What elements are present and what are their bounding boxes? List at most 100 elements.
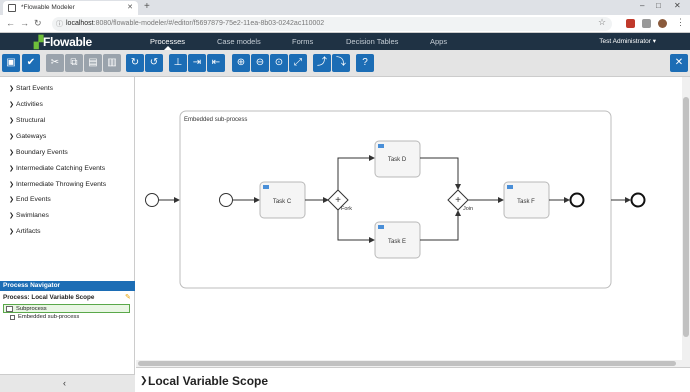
extension-icon[interactable] (642, 19, 651, 28)
palette-structural[interactable]: ❯ Structural (9, 117, 45, 124)
user-name: Test Administrator (599, 38, 651, 45)
dock-icon[interactable]: ⤴ (313, 54, 331, 72)
script-task-icon (263, 185, 269, 189)
bookmark-star-icon[interactable]: ☆ (598, 17, 606, 28)
reload-icon[interactable]: ↻ (34, 18, 42, 29)
palette-label: Structural (16, 117, 46, 124)
forward-icon[interactable]: → (20, 18, 29, 28)
nav-forms[interactable]: Forms (292, 37, 313, 46)
vertical-scrollbar[interactable] (682, 77, 690, 367)
palette-end-events[interactable]: ❯ End Events (9, 196, 51, 203)
browser-tab[interactable]: *Flowable Modeler ✕ (3, 1, 138, 15)
user-menu[interactable]: Test Administrator ▾ (599, 37, 656, 45)
dock-remove-icon[interactable]: ⤵ (332, 54, 350, 72)
close-editor-icon[interactable]: ✕ (670, 54, 688, 72)
palette-artifacts[interactable]: ❯ Artifacts (9, 228, 41, 235)
zoom-out-icon[interactable]: ⊖ (251, 54, 269, 72)
minimize-icon[interactable]: – (640, 1, 644, 10)
palette-label: Gateways (16, 133, 47, 140)
chevron-right-icon: ❯ (9, 213, 15, 219)
page-favicon-icon (8, 4, 16, 12)
nav-apps[interactable]: Apps (430, 37, 447, 46)
end-event[interactable] (630, 192, 646, 208)
script-task-icon (378, 225, 384, 229)
menu-kebab-icon[interactable]: ⋮ (676, 17, 685, 28)
close-window-icon[interactable]: ✕ (674, 1, 681, 10)
palette-label: Intermediate Catching Events (16, 165, 106, 172)
collapse-panel-icon[interactable]: ‹ (63, 378, 66, 388)
chevron-right-icon: ❯ (9, 182, 15, 188)
close-tab-icon[interactable]: ✕ (127, 3, 133, 11)
subprocess-icon (6, 306, 13, 312)
nav-decision-tables[interactable]: Decision Tables (346, 37, 398, 46)
scrollbar-thumb[interactable] (683, 97, 689, 337)
info-icon[interactable]: ⓘ (56, 19, 63, 29)
paste-icon[interactable]: ▤ (84, 54, 102, 72)
left-panel-footer: ‹ (0, 374, 135, 392)
chevron-right-icon: ❯ (9, 229, 15, 235)
undo-icon[interactable]: ↺ (145, 54, 163, 72)
copy-icon[interactable]: ⧉ (65, 54, 83, 72)
palette-intermediate-catching-events[interactable]: ❯ Intermediate Catching Events (9, 165, 105, 172)
inner-start-event[interactable] (219, 193, 233, 207)
navigator-item-embedded-subprocess[interactable]: Embedded sub-process (10, 314, 79, 320)
help-icon[interactable]: ? (356, 54, 374, 72)
diagram-canvas[interactable]: Embedded sub-process Task C + Fork Task … (136, 77, 690, 367)
nav-case-models[interactable]: Case models (217, 37, 261, 46)
bend-remove-icon[interactable]: ⇤ (207, 54, 225, 72)
zoom-fit-icon[interactable]: ⤢ (289, 54, 307, 72)
new-tab-button[interactable]: + (144, 1, 150, 12)
zoom-actual-icon[interactable]: ⊙ (270, 54, 288, 72)
inner-end-event[interactable] (569, 192, 585, 208)
task-label: Task F (517, 199, 535, 205)
bpmn-diagram: Embedded sub-process Task C + Fork Task … (145, 110, 646, 289)
chevron-right-icon: ❯ (9, 197, 15, 203)
chevron-right-icon: ❯ (9, 102, 15, 108)
gateway-label: Fork (341, 206, 352, 212)
palette-boundary-events[interactable]: ❯ Boundary Events (9, 149, 68, 156)
delete-icon[interactable]: ▥ (103, 54, 121, 72)
subprocess-icon (10, 315, 15, 320)
chevron-right-icon[interactable]: ❯ (140, 375, 148, 386)
browser-tabbar: *Flowable Modeler ✕ + – □ ✕ (0, 0, 690, 15)
save-icon[interactable]: ▣ (2, 54, 20, 72)
palette-label: Artifacts (16, 228, 41, 235)
bend-add-icon[interactable]: ⇥ (188, 54, 206, 72)
task-label: Task D (388, 157, 407, 163)
zoom-in-icon[interactable]: ⊕ (232, 54, 250, 72)
url-field[interactable]: ⓘ localhost:8080/flowable-modeler/#/edit… (52, 17, 612, 31)
properties-title: Local Variable Scope (148, 374, 269, 388)
script-task-icon (507, 185, 513, 189)
profile-avatar[interactable] (658, 19, 667, 28)
palette-swimlanes[interactable]: ❯ Swimlanes (9, 212, 49, 219)
flowable-logo[interactable]: ▞Flowable (34, 35, 92, 49)
start-event[interactable] (145, 193, 159, 207)
nav-processes[interactable]: Processes (150, 37, 185, 46)
scrollbar-thumb[interactable] (138, 361, 676, 366)
navigator-item-subprocess[interactable]: Subprocess (3, 304, 130, 313)
process-navigator-header: Process Navigator (0, 281, 135, 291)
cut-icon[interactable]: ✂ (46, 54, 64, 72)
maximize-icon[interactable]: □ (656, 1, 661, 10)
palette-start-events[interactable]: ❯ Start Events (9, 85, 53, 92)
app-navbar: ▞Flowable Processes Case models Forms De… (0, 33, 690, 50)
align-icon[interactable]: ⊥ (169, 54, 187, 72)
palette-intermediate-throwing-events[interactable]: ❯ Intermediate Throwing Events (9, 181, 106, 188)
horizontal-scrollbar[interactable] (136, 360, 682, 367)
extension-shield-icon[interactable] (626, 19, 635, 28)
palette-gateways[interactable]: ❯ Gateways (9, 133, 46, 140)
validate-icon[interactable]: ✔ (22, 54, 40, 72)
redo-icon[interactable]: ↻ (126, 54, 144, 72)
palette-label: Activities (16, 101, 43, 108)
palette-activities[interactable]: ❯ Activities (9, 101, 43, 108)
navigator-item-label: Embedded sub-process (18, 314, 80, 320)
chevron-right-icon: ❯ (9, 86, 15, 92)
parallel-gateway-icon: + (335, 195, 341, 206)
gateway-label: Join (463, 206, 473, 212)
task-label: Task E (388, 239, 406, 245)
back-icon[interactable]: ← (6, 18, 15, 28)
chevron-right-icon: ❯ (9, 166, 15, 172)
properties-panel-header[interactable]: ❯ Local Variable Scope (136, 367, 690, 392)
pencil-icon[interactable]: ✎ (125, 293, 131, 301)
editor-toolbar: ▣ ✔ ✂ ⧉ ▤ ▥ ↻ ↺ ⊥ ⇥ ⇤ ⊕ ⊖ ⊙ ⤢ ⤴ ⤵ ? ✕ (0, 50, 690, 77)
